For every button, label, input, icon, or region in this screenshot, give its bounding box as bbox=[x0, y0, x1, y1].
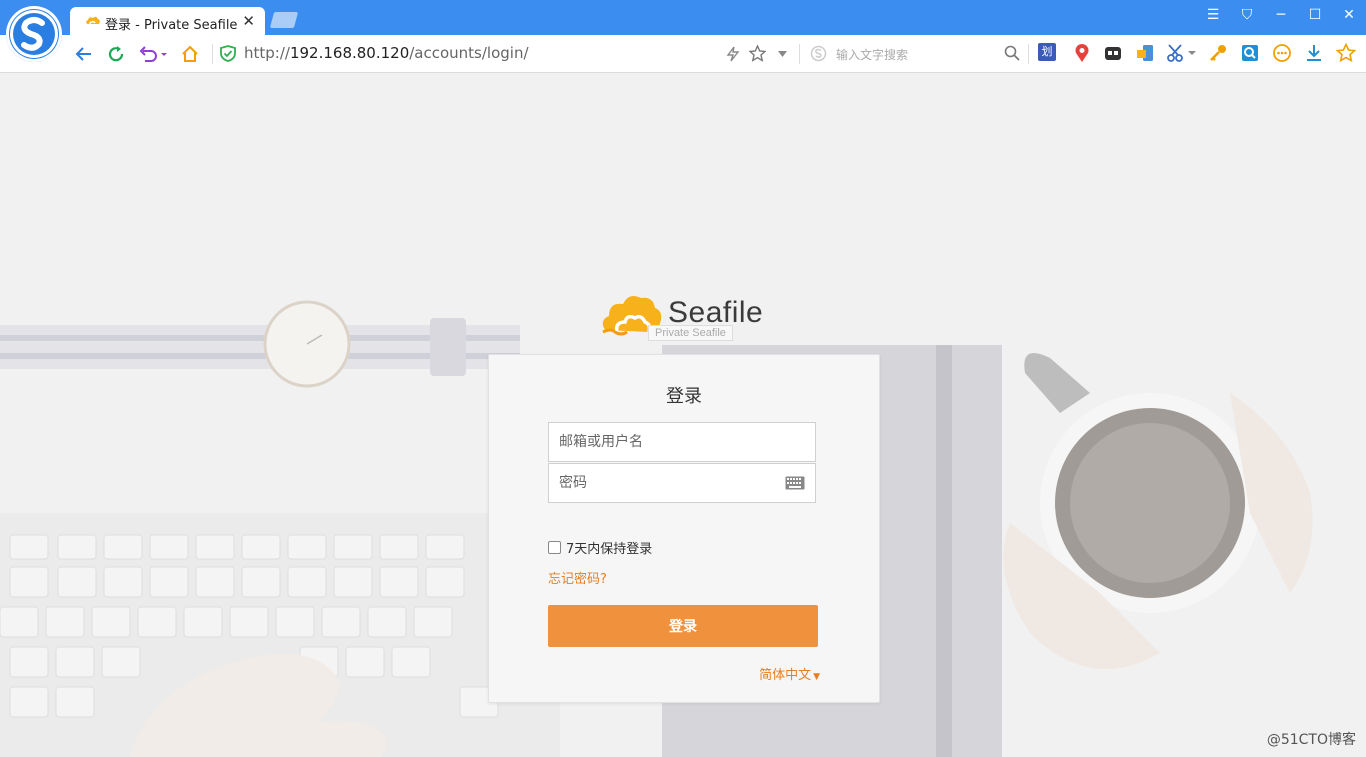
forgot-password-link[interactable]: 忘记密码? bbox=[548, 568, 607, 587]
lightning-icon[interactable] bbox=[726, 46, 740, 62]
tab-title: 登录 - Private Seafile bbox=[105, 18, 238, 33]
search-box[interactable]: 输入文字搜索 bbox=[808, 42, 1028, 66]
bookmark-star-icon[interactable] bbox=[749, 45, 766, 62]
refresh-icon[interactable] bbox=[105, 43, 127, 65]
home-icon[interactable] bbox=[179, 43, 201, 65]
toolbar-divider-3 bbox=[1028, 44, 1029, 64]
browser-toolbar: http://192.168.80.120/accounts/login/ 输入… bbox=[0, 35, 1366, 73]
close-window-icon[interactable]: ✕ bbox=[1332, 0, 1366, 30]
address-bar[interactable]: http://192.168.80.120/accounts/login/ bbox=[220, 42, 800, 66]
key-icon[interactable] bbox=[1208, 43, 1228, 63]
screenshot-search-icon[interactable] bbox=[1240, 43, 1260, 63]
skin-icon[interactable]: ⛉ bbox=[1230, 0, 1264, 30]
secure-shield-icon bbox=[220, 45, 236, 62]
menu-icon[interactable]: ☰ bbox=[1196, 0, 1230, 30]
url-path: /accounts/login/ bbox=[409, 44, 529, 62]
translate-extension-icon[interactable]: 划 bbox=[1038, 43, 1056, 61]
logo-tooltip: Private Seafile bbox=[648, 325, 733, 341]
search-placeholder: 输入文字搜索 bbox=[836, 48, 909, 62]
undo-close-icon[interactable] bbox=[139, 43, 169, 65]
remember-me[interactable]: 7天内保持登录 bbox=[548, 538, 652, 557]
phone-sync-icon[interactable] bbox=[1135, 43, 1155, 63]
keyboard-icon[interactable] bbox=[785, 476, 805, 490]
remember-label: 7天内保持登录 bbox=[566, 542, 653, 557]
maximize-icon[interactable]: ☐ bbox=[1298, 0, 1332, 30]
seafile-favicon-icon bbox=[86, 16, 100, 25]
language-selector[interactable]: 简体中文 ▼ bbox=[759, 664, 820, 683]
toolbar-divider bbox=[212, 44, 213, 64]
password-field-wrapper bbox=[548, 463, 816, 503]
url-text[interactable]: http://192.168.80.120/accounts/login/ bbox=[244, 44, 529, 62]
browser-tab-bar: 登录 - Private Seafile ✕ ☰ ⛉ ─ ☐ ✕ bbox=[0, 0, 1366, 35]
password-input[interactable] bbox=[549, 464, 799, 502]
more-options-icon[interactable] bbox=[1272, 43, 1292, 63]
new-tab-button[interactable] bbox=[269, 12, 299, 28]
url-scheme: http:// bbox=[244, 44, 290, 62]
sogou-browser-logo-icon[interactable] bbox=[6, 6, 62, 62]
username-input[interactable] bbox=[549, 423, 799, 461]
dropdown-caret-icon[interactable] bbox=[778, 51, 787, 57]
username-field-wrapper bbox=[548, 422, 816, 462]
login-button[interactable]: 登录 bbox=[548, 605, 818, 647]
login-title: 登录 bbox=[666, 386, 702, 407]
remember-checkbox[interactable] bbox=[548, 541, 561, 554]
language-label: 简体中文 bbox=[759, 668, 812, 683]
login-panel: 登录 7天内保持登录 忘记密码? 登录 简体中文▼ bbox=[488, 354, 880, 703]
download-icon[interactable] bbox=[1304, 43, 1324, 63]
login-page: Seafile Private Seafile 登录 7天内保持登录 忘记密码?… bbox=[0, 73, 1366, 757]
map-pin-icon[interactable] bbox=[1072, 43, 1092, 63]
minimize-icon[interactable]: ─ bbox=[1264, 0, 1298, 30]
window-controls: ☰ ⛉ ─ ☐ ✕ bbox=[1196, 0, 1366, 30]
watermark: @51CTO博客 bbox=[1266, 732, 1356, 748]
tab-close-icon[interactable]: ✕ bbox=[242, 12, 255, 30]
toolbar-divider-2 bbox=[799, 44, 800, 64]
browser-tab[interactable]: 登录 - Private Seafile ✕ bbox=[70, 7, 265, 35]
favorites-star-icon[interactable] bbox=[1336, 43, 1356, 63]
scissors-icon[interactable] bbox=[1166, 43, 1186, 63]
game-extension-icon[interactable] bbox=[1103, 43, 1123, 63]
scissors-dropdown-caret-icon[interactable] bbox=[1188, 43, 1196, 63]
caret-down-icon: ▼ bbox=[813, 672, 820, 682]
back-arrow-icon[interactable] bbox=[73, 43, 95, 65]
magnifier-icon[interactable] bbox=[1004, 45, 1020, 61]
sogou-search-icon bbox=[810, 45, 827, 62]
url-host: 192.168.80.120 bbox=[289, 44, 410, 62]
